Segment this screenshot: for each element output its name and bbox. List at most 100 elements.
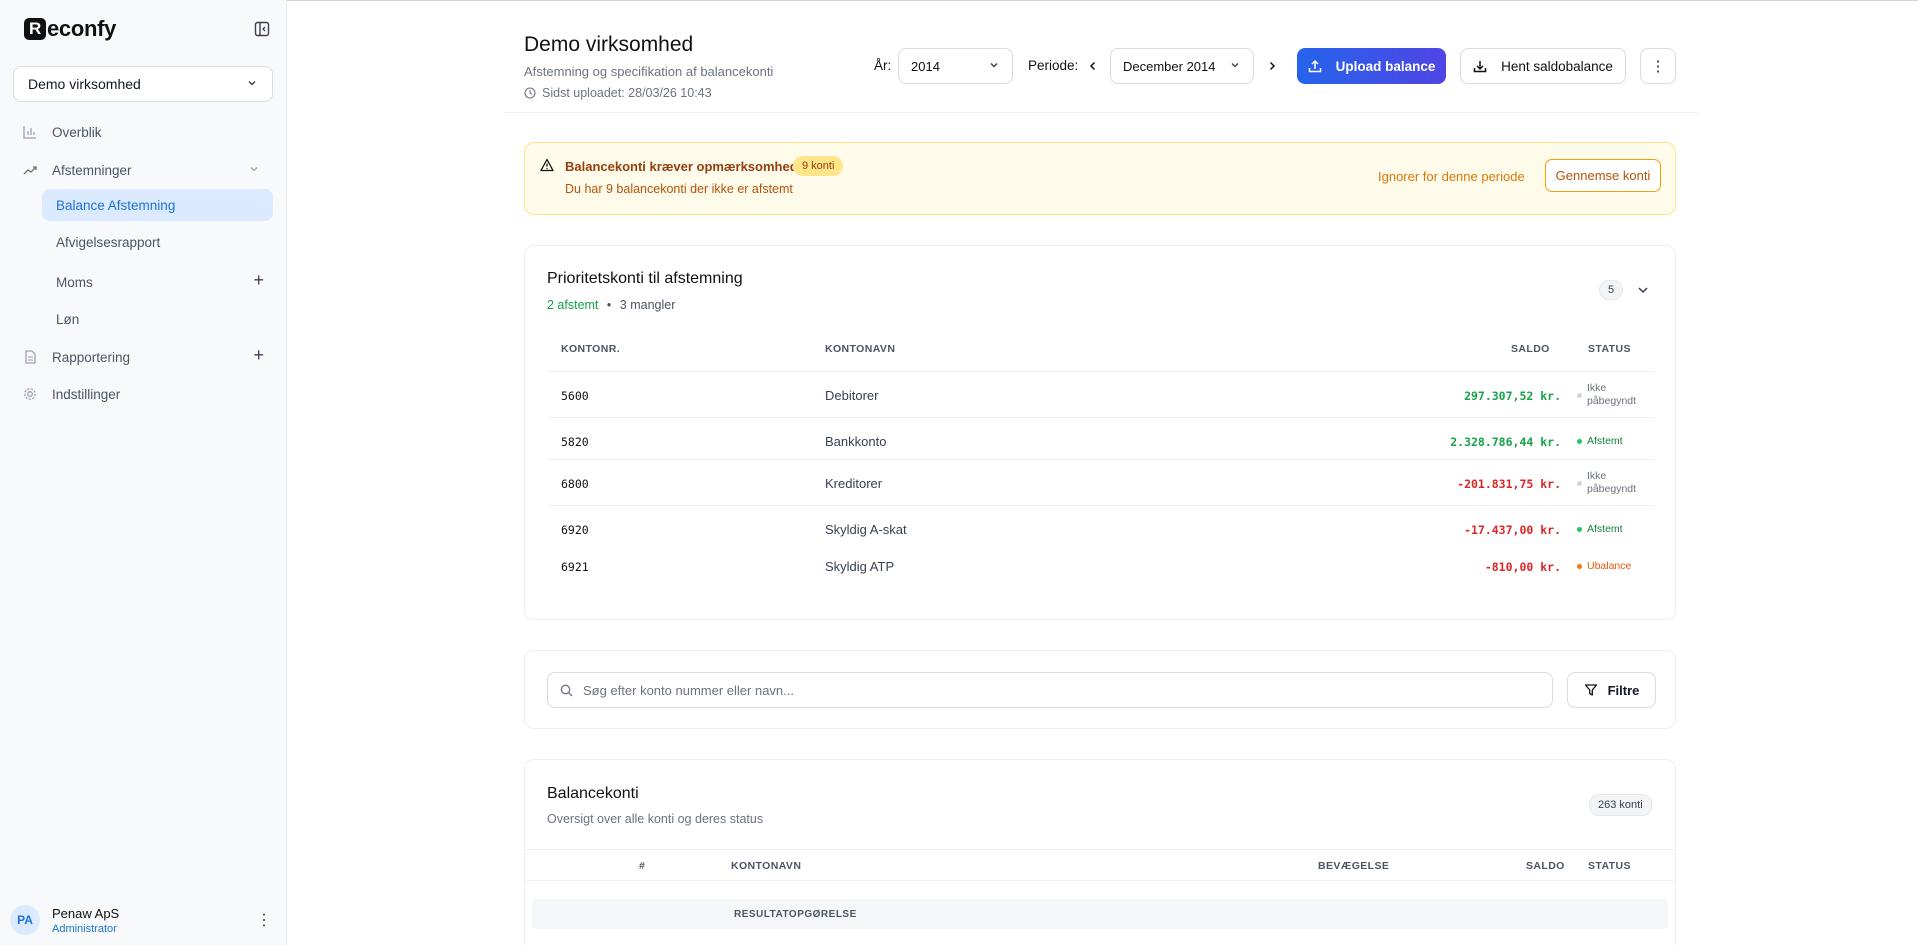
period-label: Periode:	[1028, 58, 1079, 73]
account-number: 5820	[561, 435, 589, 449]
status-label: Afstemt	[1587, 435, 1623, 447]
column-header: STATUS	[1588, 860, 1631, 872]
document-icon	[22, 349, 38, 365]
sidebar-item-moms[interactable]: Moms	[42, 266, 273, 298]
logo-text: econfy	[47, 16, 117, 41]
sidebar-item-label: Moms	[56, 274, 93, 290]
fetch-trial-balance-label: Hent saldobalance	[1501, 58, 1613, 74]
chevron-right-icon	[1269, 61, 1276, 71]
account-saldo: 297.307,52 kr.	[1464, 389, 1561, 403]
sidebar-item-overblik[interactable]: Overblik	[22, 117, 102, 147]
table-row[interactable]: 6920 Skyldig A-skat -17.437,00 kr. Afste…	[547, 505, 1655, 547]
sidebar: R econfy Demo virksomhed Overblik Afstem…	[0, 0, 287, 945]
user-menu[interactable]: PA Penaw ApS Administrator ⋮	[10, 903, 276, 937]
sidebar-item-indstillinger[interactable]: Indstillinger	[22, 379, 120, 409]
column-header: KONTONR.	[561, 343, 621, 355]
ignore-period-button[interactable]: Ignorer for denne periode	[1378, 169, 1525, 184]
download-icon	[1473, 61, 1487, 73]
top-border	[0, 0, 1918, 1]
balance-title: Balancekonti	[547, 785, 639, 802]
add-moms-plus-icon[interactable]: +	[253, 270, 264, 291]
sidebar-item-balance-afstemning[interactable]: Balance Afstemning	[42, 189, 273, 221]
search-input[interactable]	[583, 682, 1483, 698]
sidebar-collapse-icon[interactable]	[254, 21, 270, 37]
sidebar-item-afstemninger[interactable]: Afstemninger	[22, 155, 260, 185]
chevron-down-icon	[246, 76, 258, 92]
status-label: Afstemt	[1587, 523, 1623, 535]
column-header: SALDO	[1526, 860, 1565, 872]
more-vertical-icon[interactable]: ⋮	[256, 910, 272, 930]
period-select-value: December 2014	[1123, 58, 1216, 74]
chevron-down-icon[interactable]	[1636, 283, 1650, 302]
upload-balance-button[interactable]: Upload balance	[1297, 48, 1446, 84]
column-header: #	[639, 860, 646, 872]
chevron-down-icon	[1229, 59, 1241, 74]
status-badge: Ubalance	[1577, 560, 1655, 573]
status-dot	[1577, 480, 1582, 486]
fetch-trial-balance-button[interactable]: Hent saldobalance	[1460, 48, 1626, 84]
page-title: Demo virksomhed	[524, 33, 694, 56]
filter-label: Filtre	[1607, 682, 1640, 698]
status-dot	[1577, 564, 1582, 569]
search-icon	[560, 684, 573, 696]
sidebar-item-afvigelsesrapport[interactable]: Afvigelsesrapport	[42, 226, 273, 258]
account-name: Skyldig A-skat	[825, 522, 907, 537]
table-row[interactable]: 6921 Skyldig ATP -810,00 kr. Ubalance	[547, 547, 1655, 587]
summary-separator: •	[606, 298, 612, 312]
company-select-value: Demo virksomhed	[28, 76, 141, 92]
balance-subtitle: Oversigt over alle konti og deres status	[547, 812, 764, 826]
sidebar-item-label: Løn	[56, 311, 80, 327]
search-card: Filtre	[524, 650, 1676, 729]
missing-count: 3 mangler	[619, 298, 676, 312]
company-select[interactable]: Demo virksomhed	[13, 66, 273, 102]
previous-period-button[interactable]	[1085, 58, 1101, 74]
priority-summary: 2 afstemt • 3 mangler	[547, 298, 675, 312]
sidebar-item-lon[interactable]: Løn	[42, 303, 273, 335]
group-row-resultatopgorelse[interactable]: RESULTATOPGØRELSE	[532, 899, 1668, 929]
page-subtitle: Afstemning og specifikation af balanceko…	[524, 64, 774, 79]
chevron-left-icon	[1089, 61, 1096, 71]
user-role: Administrator	[52, 922, 117, 935]
table-row[interactable]: 5820 Bankkonto 2.328.786,44 kr. Afstemt	[547, 417, 1655, 459]
more-options-button[interactable]: ⋮	[1640, 48, 1676, 84]
search-field[interactable]	[547, 672, 1553, 708]
balance-table-header: # KONTONAVN BEVÆGELSE SALDO STATUS	[525, 849, 1675, 881]
app-logo[interactable]: R econfy	[24, 16, 116, 42]
table-row[interactable]: 5600 Debitorer 297.307,52 kr. Ikke påbeg…	[547, 371, 1655, 417]
account-name: Skyldig ATP	[825, 559, 895, 574]
filter-button[interactable]: Filtre	[1567, 672, 1656, 708]
status-dot	[1577, 392, 1582, 398]
table-row[interactable]: 6800 Kreditorer -201.831,75 kr. Ikke påb…	[547, 459, 1655, 505]
account-number: 6800	[561, 477, 589, 491]
year-select-value: 2014	[911, 58, 940, 74]
review-accounts-button[interactable]: Gennemse konti	[1545, 159, 1661, 192]
period-select[interactable]: December 2014	[1110, 48, 1254, 84]
status-dot	[1577, 527, 1582, 532]
gear-icon	[22, 386, 38, 402]
balance-accounts-card: Balancekonti Oversigt over alle konti og…	[524, 759, 1676, 945]
trending-up-icon	[22, 162, 38, 178]
account-saldo: -17.437,00 kr.	[1464, 523, 1561, 537]
sidebar-item-rapportering[interactable]: Rapportering	[22, 342, 130, 372]
chevron-down-icon	[988, 59, 1000, 74]
column-header: SALDO	[1511, 343, 1550, 355]
reconciled-count: 2 afstemt	[547, 298, 599, 312]
group-label: RESULTATOPGØRELSE	[734, 909, 857, 920]
add-rapportering-plus-icon[interactable]: +	[253, 345, 264, 366]
column-header: BEVÆGELSE	[1318, 860, 1390, 872]
year-select[interactable]: 2014	[898, 48, 1013, 84]
account-saldo: -201.831,75 kr.	[1457, 477, 1561, 491]
upload-balance-label: Upload balance	[1335, 58, 1436, 74]
priority-title: Prioritetskonti til afstemning	[547, 270, 743, 287]
alert-count-badge: 9 konti	[793, 156, 844, 176]
status-badge: Afstemt	[1577, 435, 1655, 448]
sidebar-item-label: Balance Afstemning	[56, 197, 176, 213]
attention-alert: Balancekonti kræver opmærksomhed 9 konti…	[524, 142, 1676, 215]
status-label: Ubalance	[1587, 560, 1632, 572]
alert-text: Du har 9 balancekonti der ikke er afstem…	[565, 182, 793, 196]
sidebar-item-label: Afvigelsesrapport	[56, 234, 161, 250]
next-period-button[interactable]	[1264, 58, 1280, 74]
account-name: Kreditorer	[825, 476, 883, 491]
chevron-down-icon	[248, 163, 260, 178]
priority-count-badge: 5	[1599, 280, 1624, 300]
